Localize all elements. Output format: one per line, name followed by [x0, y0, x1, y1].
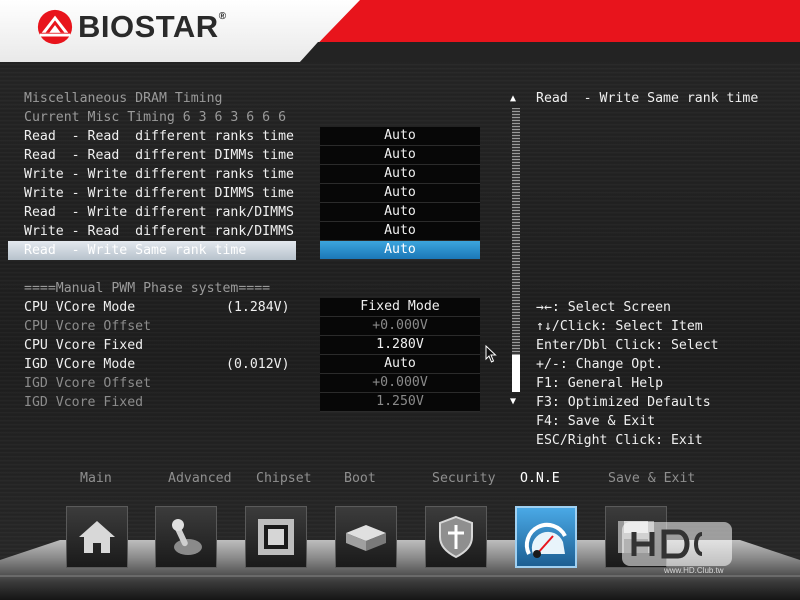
cpu-vcore-mode-value[interactable]: Fixed Mode: [320, 298, 480, 317]
igd-vcore-mode-value[interactable]: Auto: [320, 355, 480, 374]
setting-label[interactable]: Write - Write different ranks time: [24, 165, 294, 184]
home-icon[interactable]: [66, 506, 128, 568]
selected-setting-label[interactable]: Read - Write Same rank time: [24, 241, 246, 260]
help-description: Read - Write Same rank time: [536, 91, 759, 106]
igd-vcore-reading: (0.012V): [226, 357, 290, 372]
help-key-general-help: F1: General Help: [536, 376, 664, 391]
cpu-vcore-fixed-label[interactable]: CPU Vcore Fixed: [24, 336, 143, 355]
pwm-section-heading: ====Manual PWM Phase system====: [24, 281, 271, 296]
tab-advanced[interactable]: Advanced: [168, 470, 232, 488]
tab-save-exit[interactable]: Save & Exit: [608, 470, 695, 488]
tab-one[interactable]: O.N.E: [520, 470, 560, 488]
setting-value[interactable]: Auto: [320, 146, 480, 165]
cpu-vcore-fixed-value[interactable]: 1.280V: [320, 336, 480, 355]
brand-logo-text: BIOSTAR®: [78, 9, 227, 44]
cpu-vcore-offset-value: +0.000V: [320, 317, 480, 336]
help-key-exit: ESC/Right Click: Exit: [536, 433, 703, 448]
setting-label[interactable]: Read - Read different ranks time: [24, 127, 294, 146]
setting-label[interactable]: Write - Write different DIMMS time: [24, 184, 294, 203]
speedometer-icon[interactable]: [515, 506, 577, 568]
tab-boot[interactable]: Boot: [344, 470, 376, 488]
joystick-icon[interactable]: [155, 506, 217, 568]
header: BIOSTAR®: [0, 0, 800, 62]
tab-chipset[interactable]: Chipset: [256, 470, 312, 488]
setting-value[interactable]: Auto: [320, 203, 480, 222]
help-key-enter: Enter/Dbl Click: Select: [536, 338, 719, 353]
drive-icon[interactable]: [335, 506, 397, 568]
setting-value[interactable]: Auto: [320, 184, 480, 203]
setting-label[interactable]: Read - Read different DIMMs time: [24, 146, 294, 165]
selected-setting-value[interactable]: Auto: [320, 241, 480, 260]
current-timing-readout: Current Misc Timing 6 3 6 3 6 6 6: [24, 110, 287, 125]
tab-security[interactable]: Security: [432, 470, 496, 488]
setting-label[interactable]: Write - Read different rank/DIMMS: [24, 222, 294, 241]
igd-vcore-offset-label: IGD Vcore Offset: [24, 376, 152, 391]
mouse-cursor-icon: [485, 345, 497, 363]
watermark-url: www.HD.Club.tw: [664, 566, 724, 575]
setting-label[interactable]: Read - Write different rank/DIMMS: [24, 203, 294, 222]
setting-value[interactable]: Auto: [320, 127, 480, 146]
scroll-up-icon[interactable]: ▲: [510, 93, 516, 104]
setting-value[interactable]: Auto: [320, 222, 480, 241]
help-key-select-screen: →←: Select Screen: [536, 300, 671, 315]
igd-vcore-offset-value: +0.000V: [320, 374, 480, 393]
help-key-change-opt: +/-: Change Opt.: [536, 357, 664, 372]
tab-main[interactable]: Main: [80, 470, 112, 488]
cpu-vcore-reading: (1.284V): [226, 300, 290, 315]
help-key-optimized-defaults: F3: Optimized Defaults: [536, 395, 711, 410]
igd-vcore-fixed-value: 1.250V: [320, 393, 480, 412]
igd-vcore-fixed-label: IGD Vcore Fixed: [24, 395, 144, 410]
setting-value[interactable]: Auto: [320, 165, 480, 184]
scrollbar-thumb[interactable]: [512, 355, 520, 392]
help-key-select-item: ↑↓/Click: Select Item: [536, 319, 703, 334]
shield-icon[interactable]: [425, 506, 487, 568]
igd-vcore-mode-label[interactable]: IGD VCore Mode: [24, 355, 135, 374]
biostar-logo-icon: [37, 9, 73, 45]
help-key-save-exit: F4: Save & Exit: [536, 414, 656, 429]
cpu-vcore-mode-label[interactable]: CPU VCore Mode: [24, 298, 135, 317]
chip-icon[interactable]: [245, 506, 307, 568]
scroll-down-icon[interactable]: ▼: [510, 396, 516, 407]
section-heading: Miscellaneous DRAM Timing: [24, 91, 223, 106]
scrollbar-track[interactable]: [512, 108, 520, 392]
cpu-vcore-offset-label: CPU Vcore Offset: [24, 319, 152, 334]
